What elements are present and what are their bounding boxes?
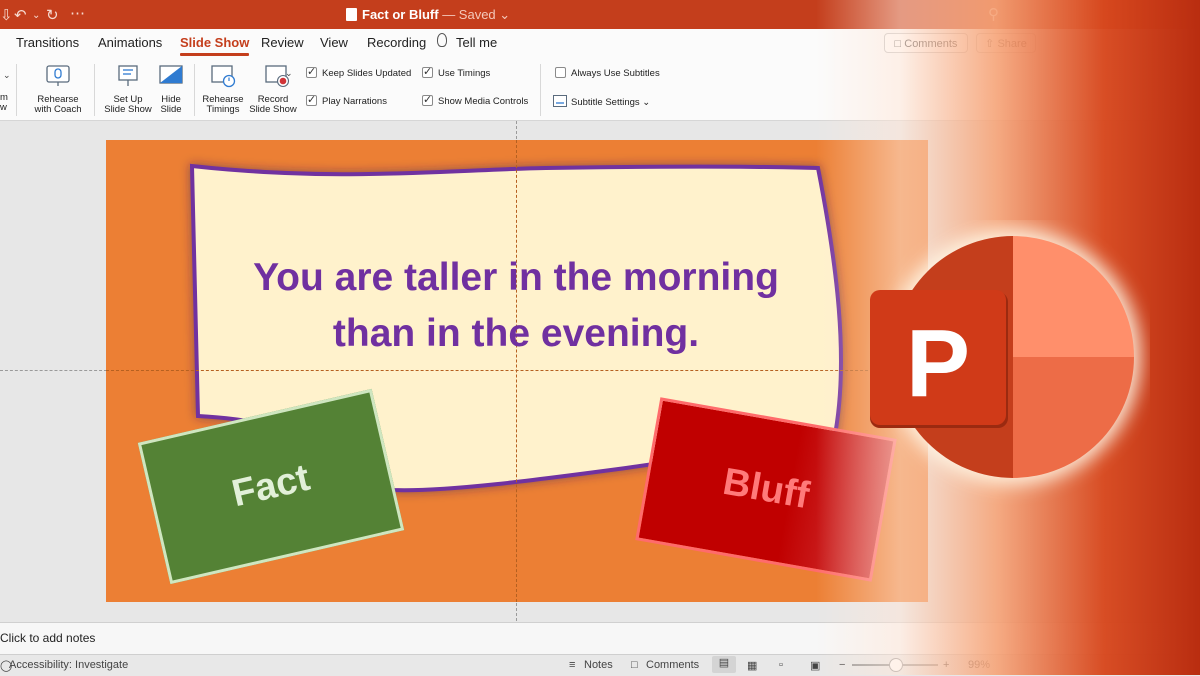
subtitle-settings-icon (553, 95, 567, 107)
notes-icon: ≡ (569, 659, 576, 671)
more-commands-icon[interactable]: ⋯ (70, 4, 85, 22)
ribbon-divider (16, 64, 17, 116)
tab-animations[interactable]: Animations (98, 35, 162, 50)
set-up-slide-show-label-2: Slide Show (104, 104, 152, 115)
rehearse-timings-button[interactable]: Rehearse Timings (200, 64, 246, 115)
rehearse-coach-icon (46, 65, 70, 86)
rehearse-timings-icon (211, 65, 236, 88)
checkbox-unchecked-icon (555, 67, 566, 78)
ribbon-divider (94, 64, 95, 116)
tell-me-search[interactable]: Tell me (456, 35, 497, 50)
keep-slides-updated-checkbox[interactable]: Keep Slides Updated (306, 65, 412, 79)
lightbulb-icon (437, 33, 447, 47)
rehearse-with-coach-label-2: with Coach (34, 104, 82, 115)
share-button-label: Share (997, 38, 1027, 50)
hide-slide-label-2: Slide (160, 104, 182, 115)
tab-review[interactable]: Review (261, 35, 304, 50)
share-button[interactable]: ⇧ Share (976, 33, 1036, 53)
ribbon-divider (540, 64, 541, 116)
zoom-in-icon[interactable]: + (943, 659, 949, 671)
checkbox-checked-icon (422, 65, 433, 78)
comments-button-label: Comments (904, 38, 958, 50)
undo-icon[interactable]: ↶ (14, 6, 27, 24)
play-narrations-label: Play Narrations (322, 96, 387, 107)
accessibility-status[interactable]: Accessibility: Investigate (9, 659, 128, 671)
zoom-slider-thumb[interactable] (889, 658, 903, 672)
slide-show-view-icon[interactable]: ▣ (810, 659, 820, 672)
set-up-slide-show-button[interactable]: Set Up Slide Show (100, 64, 156, 115)
rehearse-with-coach-button[interactable]: Rehearse with Coach (30, 64, 86, 115)
question-line-2: than in the evening. (332, 312, 700, 355)
status-bar: ◯ Accessibility: Investigate ≡ Notes □ C… (0, 654, 1200, 676)
ribbon-divider (194, 64, 195, 116)
checkbox-checked-icon (422, 93, 433, 106)
document-name: Fact or Bluff (362, 7, 439, 22)
fact-card-label: Fact (228, 456, 314, 516)
horizontal-guide[interactable] (0, 370, 107, 371)
comments-button[interactable]: □ Comments (884, 33, 968, 53)
saved-status: — Saved (442, 7, 496, 22)
document-icon (346, 8, 357, 21)
record-slide-show-label-2: Slide Show (249, 104, 297, 115)
zoom-out-icon[interactable]: − (839, 659, 845, 671)
slide-horizontal-guide (106, 370, 928, 371)
play-narrations-checkbox[interactable]: Play Narrations (306, 93, 387, 107)
undo-dropdown-icon[interactable]: ⌄ (32, 10, 40, 21)
save-icon[interactable]: ⇩ (0, 6, 13, 24)
tab-slide-show[interactable]: Slide Show (180, 35, 250, 56)
ribbon: ⌄ m w Rehearse with Coach Set Up Slide S… (0, 56, 1200, 121)
always-use-subtitles-checkbox[interactable]: Always Use Subtitles (555, 67, 660, 79)
comments-icon: □ (631, 659, 638, 671)
normal-view-icon[interactable]: ▤ (712, 656, 736, 673)
logo-letter: P (906, 310, 970, 417)
bluff-card-label: Bluff (719, 460, 813, 518)
keep-slides-updated-label: Keep Slides Updated (322, 68, 412, 79)
use-timings-label: Use Timings (438, 68, 491, 79)
show-media-controls-label: Show Media Controls (438, 96, 529, 107)
reading-view-icon[interactable]: ▫ (779, 659, 783, 671)
tab-transitions[interactable]: Transitions (16, 35, 79, 50)
record-dropdown-icon[interactable]: ⌄ (285, 68, 293, 79)
hide-slide-button[interactable]: Hide Slide (156, 64, 186, 115)
checkbox-checked-icon (306, 93, 317, 106)
notes-pane[interactable]: Click to add notes (0, 622, 1200, 655)
partial-button-label-2: w (0, 102, 7, 113)
tab-recording[interactable]: Recording (367, 35, 426, 50)
always-use-subtitles-label: Always Use Subtitles (571, 68, 660, 79)
share-icon: ⇧ (985, 38, 998, 50)
document-title: Fact or Bluff — Saved ⌄ (346, 7, 510, 23)
setup-slideshow-icon (118, 65, 138, 86)
chevron-down-icon: ⌄ (639, 97, 651, 108)
title-chevron-icon[interactable]: ⌄ (496, 7, 510, 22)
checkbox-checked-icon (306, 65, 317, 78)
comment-icon: □ (894, 38, 905, 50)
tab-view[interactable]: View (320, 35, 348, 50)
title-bar: ⇩ ↶ ⌄ ↻ ⋯ Fact or Bluff — Saved ⌄ ⚲ (0, 0, 1200, 29)
slide-sorter-icon[interactable]: ▦ (747, 659, 757, 672)
subtitle-settings-label: Subtitle Settings (571, 97, 640, 108)
notes-placeholder[interactable]: Click to add notes (0, 631, 95, 645)
question-text[interactable]: You are taller in the morning than in th… (226, 250, 806, 362)
rehearse-timings-label-2: Timings (206, 104, 240, 115)
use-timings-checkbox[interactable]: Use Timings (422, 65, 491, 79)
redo-icon[interactable]: ↻ (46, 6, 59, 24)
question-line-1: You are taller in the morning (253, 256, 779, 299)
partial-dropdown-icon[interactable]: ⌄ (3, 70, 11, 81)
notes-toggle-button[interactable]: Notes (584, 659, 613, 671)
search-icon[interactable]: ⚲ (988, 5, 999, 23)
show-media-controls-checkbox[interactable]: Show Media Controls (422, 93, 529, 107)
subtitle-settings-button[interactable]: Subtitle Settings ⌄ (553, 95, 650, 108)
slide[interactable]: You are taller in the morning than in th… (106, 140, 928, 602)
powerpoint-logo: P (870, 229, 1141, 485)
hide-slide-icon (159, 65, 183, 84)
slide-vertical-guide (516, 140, 517, 602)
zoom-level[interactable]: 99% (968, 659, 990, 671)
comments-toggle-button[interactable]: Comments (646, 659, 699, 671)
